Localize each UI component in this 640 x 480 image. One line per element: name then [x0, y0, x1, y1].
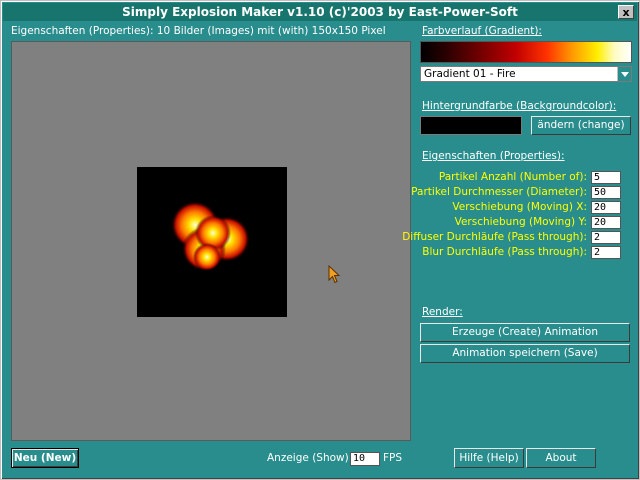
particle-count-input[interactable]: 5 [591, 171, 621, 184]
moving-x-input[interactable]: 20 [591, 201, 621, 214]
background-label: Hintergrundfarbe (Backgroundcolor): [422, 100, 617, 112]
blur-passes-label: Blur Durchläufe (Pass through): [422, 246, 587, 258]
help-button[interactable]: Hilfe (Help) [454, 448, 524, 468]
blur-passes-input[interactable]: 2 [591, 246, 621, 259]
explosion-image [171, 201, 250, 271]
save-animation-button[interactable]: Animation speichern (Save) [420, 344, 630, 363]
moving-x-label: Verschiebung (Moving) X: [452, 201, 587, 213]
title-bar[interactable]: Simply Explosion Maker v1.10 (c)'2003 by… [3, 3, 637, 21]
moving-y-input[interactable]: 20 [591, 216, 621, 229]
render-label: Render: [422, 306, 463, 318]
preview-header: Eigenschaften (Properties): 10 Bilder (I… [11, 25, 386, 37]
new-button[interactable]: Neu (New) [11, 448, 79, 468]
background-color-swatch [420, 116, 522, 135]
fps-unit: FPS [383, 452, 403, 464]
diffuser-passes-input[interactable]: 2 [591, 231, 621, 244]
particle-diameter-input[interactable]: 50 [591, 186, 621, 199]
gradient-select[interactable]: Gradient 01 - Fire [420, 66, 632, 82]
gradient-preview [420, 41, 632, 63]
explosion-canvas [137, 167, 287, 317]
window-title: Simply Explosion Maker v1.10 (c)'2003 by… [122, 5, 518, 19]
diffuser-passes-label: Diffuser Durchläufe (Pass through): [402, 231, 587, 243]
properties-label: Eigenschaften (Properties): [422, 150, 565, 162]
main-window: Simply Explosion Maker v1.10 (c)'2003 by… [0, 0, 640, 480]
show-label: Anzeige (Show): [267, 452, 353, 464]
fps-input[interactable]: 10 [350, 452, 380, 466]
create-animation-button[interactable]: Erzeuge (Create) Animation [420, 323, 630, 342]
close-button[interactable]: x [618, 5, 634, 19]
gradient-label: Farbverlauf (Gradient): [422, 25, 542, 37]
moving-y-label: Verschiebung (Moving) Y: [454, 216, 587, 228]
about-button[interactable]: About [526, 448, 596, 468]
chevron-down-icon[interactable] [617, 67, 631, 81]
particle-count-label: Partikel Anzahl (Number of): [438, 171, 587, 183]
preview-area [11, 41, 411, 441]
change-background-button[interactable]: ändern (change) [531, 116, 631, 135]
mouse-cursor-icon [328, 265, 341, 284]
particle-diameter-label: Partikel Durchmesser (Diameter): [411, 186, 587, 198]
gradient-select-value: Gradient 01 - Fire [424, 68, 516, 80]
